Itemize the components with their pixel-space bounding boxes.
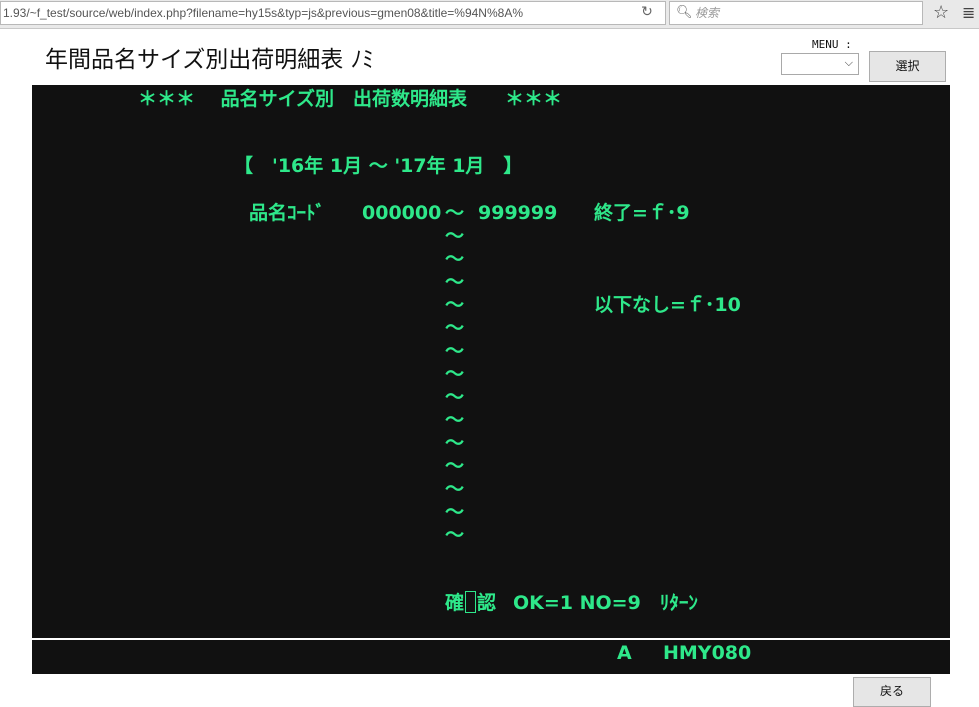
bookmark-star-icon[interactable]: ☆: [933, 2, 949, 24]
confirm-label-end: 認: [477, 592, 497, 614]
reader-list-icon[interactable]: ≣: [962, 2, 975, 24]
range-tilde: ～: [445, 501, 465, 523]
range-tilde: ～: [445, 202, 465, 224]
range-tilde: ～: [445, 317, 465, 339]
select-button[interactable]: 選択: [869, 51, 946, 82]
url-text: 1.93/~f_test/source/web/index.php?filena…: [3, 6, 523, 20]
page-title: 年間品名サイズ別出荷明細表 ﾉﾐ: [45, 47, 374, 73]
search-icon: 🔍︎: [676, 5, 693, 20]
code-label: 品名ｺｰﾄﾞ: [249, 202, 326, 224]
none-key-hint: 以下なし=ｆ･10: [594, 294, 741, 316]
menu-select[interactable]: ⌵: [781, 53, 859, 75]
period-range: 【 '16年 1月 ～ '17年 1月 】: [234, 155, 523, 177]
reload-icon[interactable]: ↻: [638, 3, 656, 21]
browser-toolbar: 1.93/~f_test/source/web/index.php?filena…: [0, 0, 979, 29]
status-mode: A: [617, 642, 632, 664]
text-cursor[interactable]: [465, 591, 477, 613]
terminal-heading: ＊＊＊ 品名サイズ別 出荷数明細表 ＊＊＊: [138, 88, 563, 110]
confirm-prompt[interactable]: 確認: [445, 591, 496, 615]
code-from-field[interactable]: 000000: [362, 201, 441, 225]
range-tilde: ～: [445, 455, 465, 477]
end-key-hint: 終了=ｆ･9: [594, 202, 690, 224]
range-tilde: ～: [445, 271, 465, 293]
search-input[interactable]: 🔍︎ 検索: [669, 1, 923, 25]
code-to-field[interactable]: 999999: [478, 201, 557, 225]
range-tilde: ～: [445, 478, 465, 500]
status-bar: A HMY080: [32, 640, 950, 674]
confirm-label-start: 確: [445, 592, 465, 614]
back-button[interactable]: 戻る: [853, 677, 931, 707]
range-tilde: ～: [445, 294, 465, 316]
range-tilde: ～: [445, 363, 465, 385]
range-tilde: ～: [445, 340, 465, 362]
range-tilde: ～: [445, 409, 465, 431]
menu-label: MENU :: [812, 38, 852, 51]
range-tilde: ～: [445, 225, 465, 247]
chevron-down-icon: ⌵: [844, 56, 853, 69]
search-placeholder: 検索: [695, 6, 720, 20]
range-tilde: ～: [445, 386, 465, 408]
terminal-screen: ＊＊＊ 品名サイズ別 出荷数明細表 ＊＊＊ 【 '16年 1月 ～ '17年 1…: [32, 85, 950, 638]
range-tilde: ～: [445, 248, 465, 270]
range-tilde: ～: [445, 432, 465, 454]
url-bar[interactable]: 1.93/~f_test/source/web/index.php?filena…: [0, 1, 666, 25]
confirm-options: OK=1 NO=9 ﾘﾀｰﾝ: [513, 592, 698, 614]
screen-id: HMY080: [663, 642, 752, 664]
range-tilde: ～: [445, 524, 465, 546]
